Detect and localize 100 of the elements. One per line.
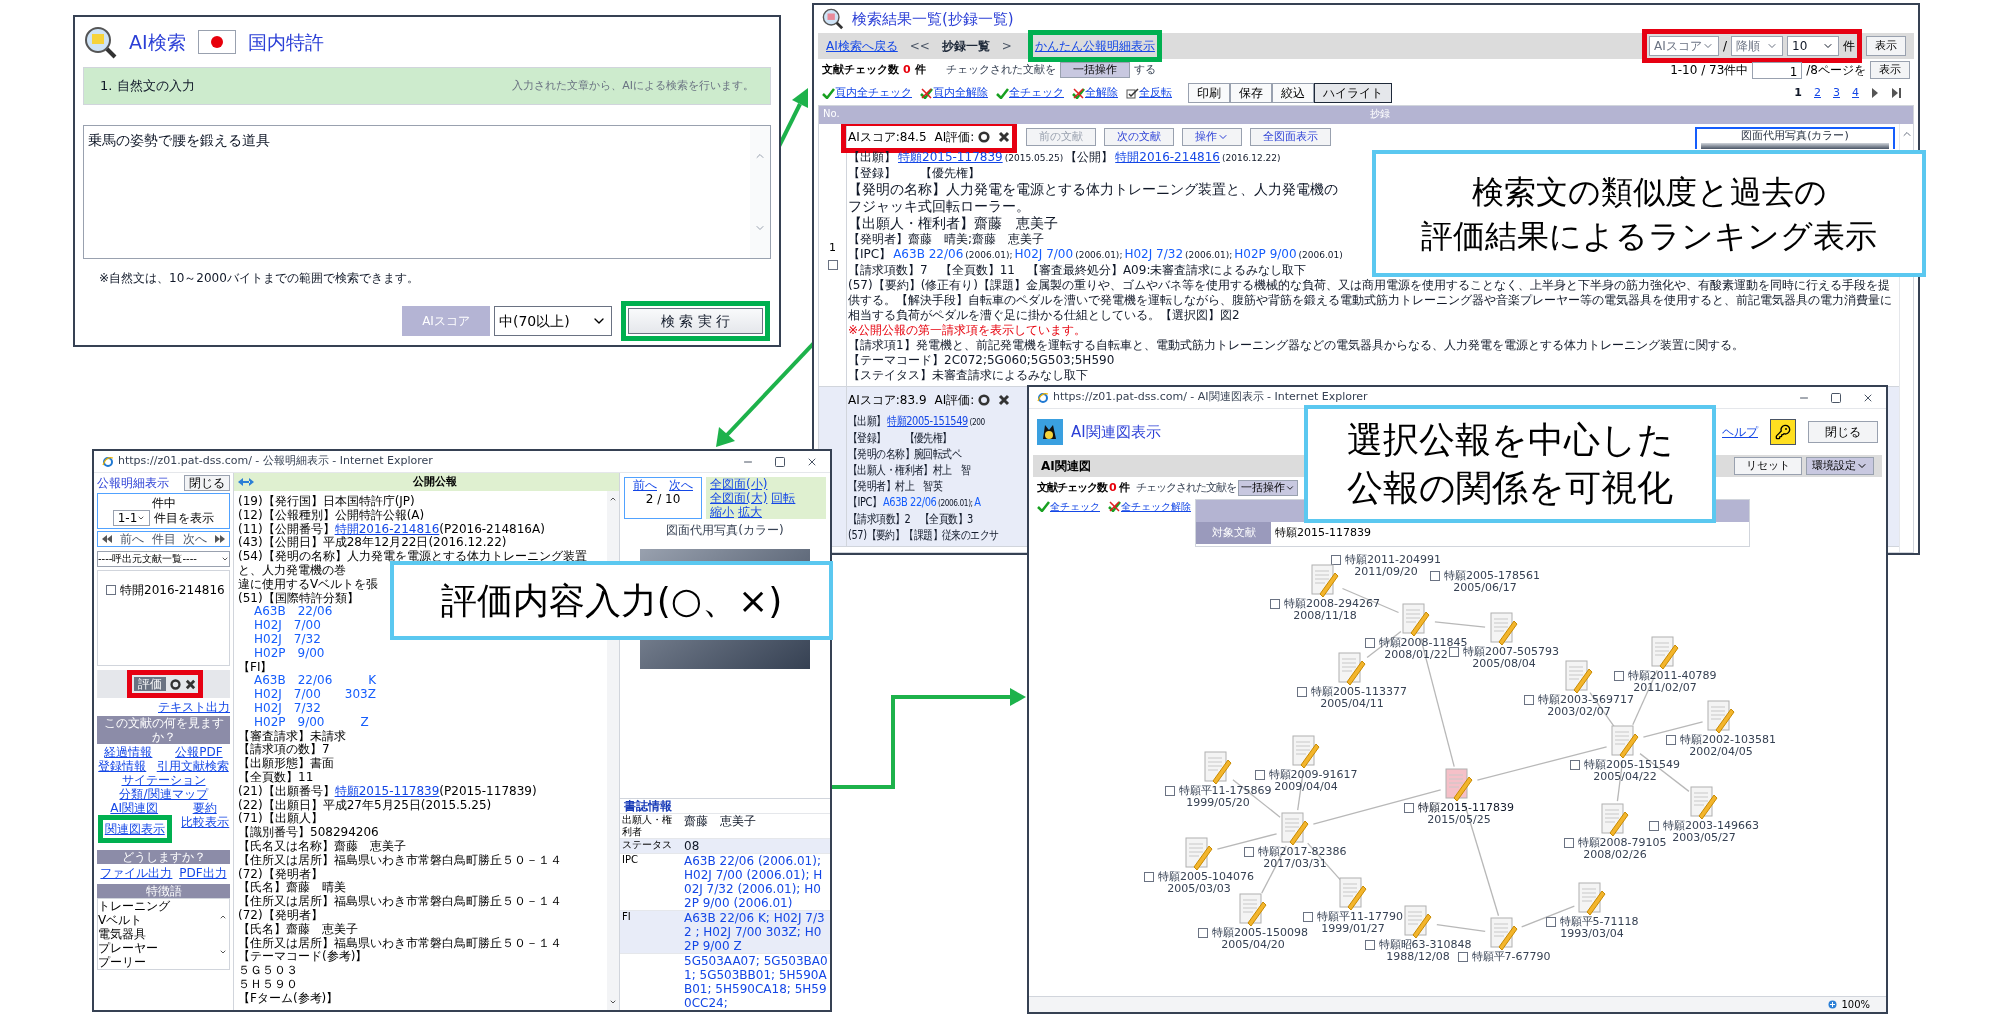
checkbox[interactable] xyxy=(1270,599,1280,609)
nav-button[interactable]: 次の文献 xyxy=(1104,128,1175,146)
maximize-icon[interactable] xyxy=(1830,391,1842,404)
checkbox[interactable] xyxy=(1297,687,1307,697)
breadcrumb-link[interactable]: かんたん公報明細表示 xyxy=(1034,37,1155,55)
cross-rating-icon[interactable] xyxy=(185,678,196,690)
maximize-icon[interactable] xyxy=(774,455,786,468)
checkbox[interactable] xyxy=(1649,821,1659,831)
tool-button[interactable]: 印刷 xyxy=(1188,83,1230,103)
cross-rating-icon[interactable] xyxy=(998,131,1011,143)
breadcrumb-link[interactable]: AI検索へ戻る xyxy=(826,37,898,55)
nav-link[interactable]: 次へ xyxy=(183,532,208,546)
text-output-link[interactable]: テキスト出力 xyxy=(158,700,230,714)
menu-link[interactable]: 経過情報 xyxy=(104,745,153,759)
prev-link[interactable]: 前へ xyxy=(633,478,657,492)
key-icon[interactable] xyxy=(1770,419,1796,445)
patent-link[interactable]: 特願2015-117839 xyxy=(898,150,1003,164)
classification-link[interactable]: H02J 7/00 xyxy=(1014,247,1074,261)
checkbox[interactable] xyxy=(1457,952,1468,962)
checkbox[interactable] xyxy=(1198,928,1208,938)
check-link[interactable]: 全反転 xyxy=(1139,84,1172,102)
first-icon[interactable] xyxy=(102,535,112,543)
next-link[interactable]: 次へ xyxy=(669,478,693,492)
check-link[interactable]: 全チェック xyxy=(1050,499,1100,514)
menu-link[interactable]: AI関連図 xyxy=(110,801,159,815)
figure-link[interactable]: 全図面(小) xyxy=(710,477,768,491)
show-button[interactable]: 表示 xyxy=(1870,61,1910,79)
checkbox[interactable] xyxy=(1404,803,1414,813)
page-link[interactable]: 1 xyxy=(1794,84,1802,102)
menu-link[interactable]: 比較表示 xyxy=(181,815,230,843)
cross-rating-icon[interactable] xyxy=(998,394,1011,406)
patent-link[interactable]: 特開2016-214816 xyxy=(1115,150,1220,164)
nav-link[interactable]: 前へ xyxy=(119,532,144,546)
patent-link[interactable]: 特願2005-151549 xyxy=(887,414,968,428)
check-link[interactable]: 頁内全解除 xyxy=(933,84,988,102)
keyword-item[interactable]: トレーニング xyxy=(98,899,219,913)
figure-thumbnail[interactable]: 図面代用写真(カラー) xyxy=(1695,127,1895,149)
menu-link[interactable]: 関連図表示 xyxy=(104,822,165,836)
checkbox[interactable] xyxy=(1243,847,1254,857)
checkbox[interactable] xyxy=(1666,735,1676,745)
patent-link[interactable]: 特開2016-214816 xyxy=(334,521,440,536)
tool-button[interactable]: ハイライト xyxy=(1314,83,1392,103)
checkbox[interactable] xyxy=(1563,838,1574,848)
select-field[interactable]: ----呼出元文献一覧---- xyxy=(97,551,230,567)
classification-link[interactable]: A63B 22/06 xyxy=(883,495,937,509)
classification-link[interactable]: A63B 22/06 xyxy=(893,247,964,261)
page-link[interactable]: 3 xyxy=(1833,84,1840,102)
select-field[interactable]: 1-1 xyxy=(112,510,151,526)
figure-link[interactable]: 縮小 xyxy=(710,505,734,519)
menu-link[interactable]: サイテーション xyxy=(121,773,206,787)
check-link[interactable]: 全解除 xyxy=(1085,84,1118,102)
page-field[interactable]: 1 xyxy=(1752,61,1803,79)
circle-rating-icon[interactable] xyxy=(978,394,991,406)
menu-link[interactable]: ファイル出力 xyxy=(100,866,173,880)
menu-button[interactable]: 環境設定 xyxy=(1806,457,1874,475)
menu-button[interactable]: 操作 xyxy=(1182,128,1243,146)
nav-button[interactable]: 全図面表示 xyxy=(1250,128,1332,146)
close-button[interactable]: 閉じる xyxy=(184,475,230,491)
circle-rating-icon[interactable] xyxy=(170,678,181,690)
menu-link[interactable]: 分類/関連マップ xyxy=(119,787,208,801)
close-button[interactable]: 閉じる xyxy=(1808,421,1878,443)
figure-link[interactable]: 回転 xyxy=(771,491,796,505)
check-link[interactable]: 全チェック解除 xyxy=(1121,499,1191,514)
scroll-down-icon[interactable] xyxy=(609,998,617,1006)
circle-rating-icon[interactable] xyxy=(978,131,991,143)
last-icon[interactable] xyxy=(215,535,225,543)
select-field[interactable]: 10 xyxy=(1787,36,1839,56)
last-page-icon[interactable] xyxy=(1891,87,1902,99)
keyword-item[interactable]: プーリー xyxy=(98,955,219,969)
figure-link[interactable]: 拡大 xyxy=(738,505,762,519)
search-button[interactable]: 検 索 実 行 xyxy=(628,308,763,334)
bulk-menu-button[interactable]: 一括操作 xyxy=(1059,62,1130,78)
tool-button[interactable]: 絞込 xyxy=(1272,83,1314,103)
menu-link[interactable]: 登録情報 xyxy=(98,759,147,773)
checkbox[interactable] xyxy=(1364,638,1375,648)
page-link[interactable]: 4 xyxy=(1852,84,1859,102)
classification-link[interactable]: H02P 9/00 xyxy=(1234,247,1297,261)
select-field[interactable]: 中(70以上) xyxy=(494,306,612,336)
checkbox[interactable] xyxy=(1613,671,1624,681)
page-link[interactable]: 2 xyxy=(1814,84,1821,102)
swap-arrows-icon[interactable] xyxy=(238,478,254,486)
checkbox[interactable] xyxy=(1545,917,1556,927)
check-link[interactable]: 頁内全チェック xyxy=(835,84,912,102)
reset-button[interactable]: リセット xyxy=(1734,457,1802,475)
figure-link[interactable]: 全図面(大) xyxy=(710,491,768,505)
keyword-item[interactable]: Vベルト xyxy=(98,913,219,927)
checkbox[interactable] xyxy=(1449,647,1459,657)
tool-button[interactable]: 保存 xyxy=(1230,83,1272,103)
checkbox[interactable] xyxy=(1524,695,1534,705)
menu-link[interactable]: 要約 xyxy=(192,801,217,815)
menu-link[interactable]: 引用文献検索 xyxy=(156,759,229,773)
checkbox[interactable] xyxy=(827,260,838,271)
classification-link[interactable]: H02J 7/32 xyxy=(1124,247,1183,261)
help-link[interactable]: ヘルプ xyxy=(1722,423,1758,441)
checkbox[interactable] xyxy=(1364,940,1375,950)
checkbox[interactable] xyxy=(106,585,116,595)
menu-link[interactable]: 公報PDF xyxy=(175,745,223,759)
keyword-item[interactable]: 電気器具 xyxy=(98,927,219,941)
checkbox[interactable] xyxy=(1164,786,1175,796)
keyword-item[interactable]: プレーヤー xyxy=(98,941,219,955)
